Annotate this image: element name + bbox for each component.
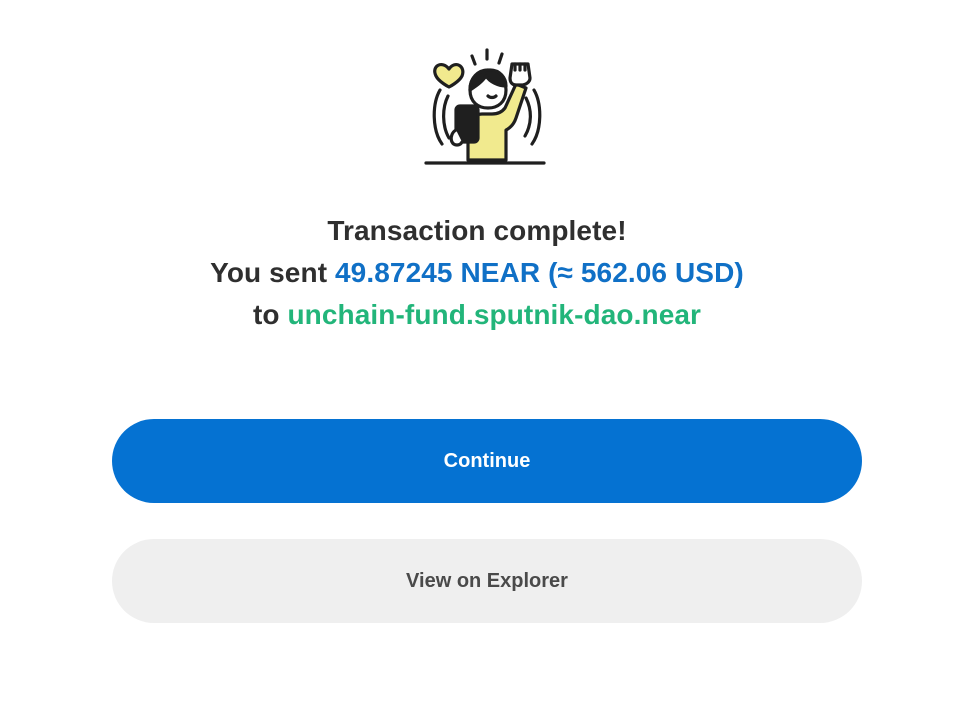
- continue-button[interactable]: Continue: [112, 419, 862, 503]
- view-on-explorer-button[interactable]: View on Explorer: [112, 539, 862, 623]
- sent-prefix: You sent: [210, 257, 335, 288]
- celebrating-person-icon: [420, 42, 554, 170]
- to-prefix: to: [252, 299, 288, 330]
- recipient-account: unchain-fund.sputnik-dao.near: [287, 299, 702, 330]
- transaction-message: Transaction complete! You sent 49.87245 …: [0, 210, 954, 336]
- sent-amount-line: You sent 49.87245 NEAR (≈ 562.06 USD): [0, 252, 954, 294]
- transaction-title: Transaction complete!: [327, 215, 627, 246]
- sent-amount: 49.87245 NEAR (≈ 562.06 USD): [335, 257, 744, 288]
- recipient-line: to unchain-fund.sputnik-dao.near: [0, 294, 954, 336]
